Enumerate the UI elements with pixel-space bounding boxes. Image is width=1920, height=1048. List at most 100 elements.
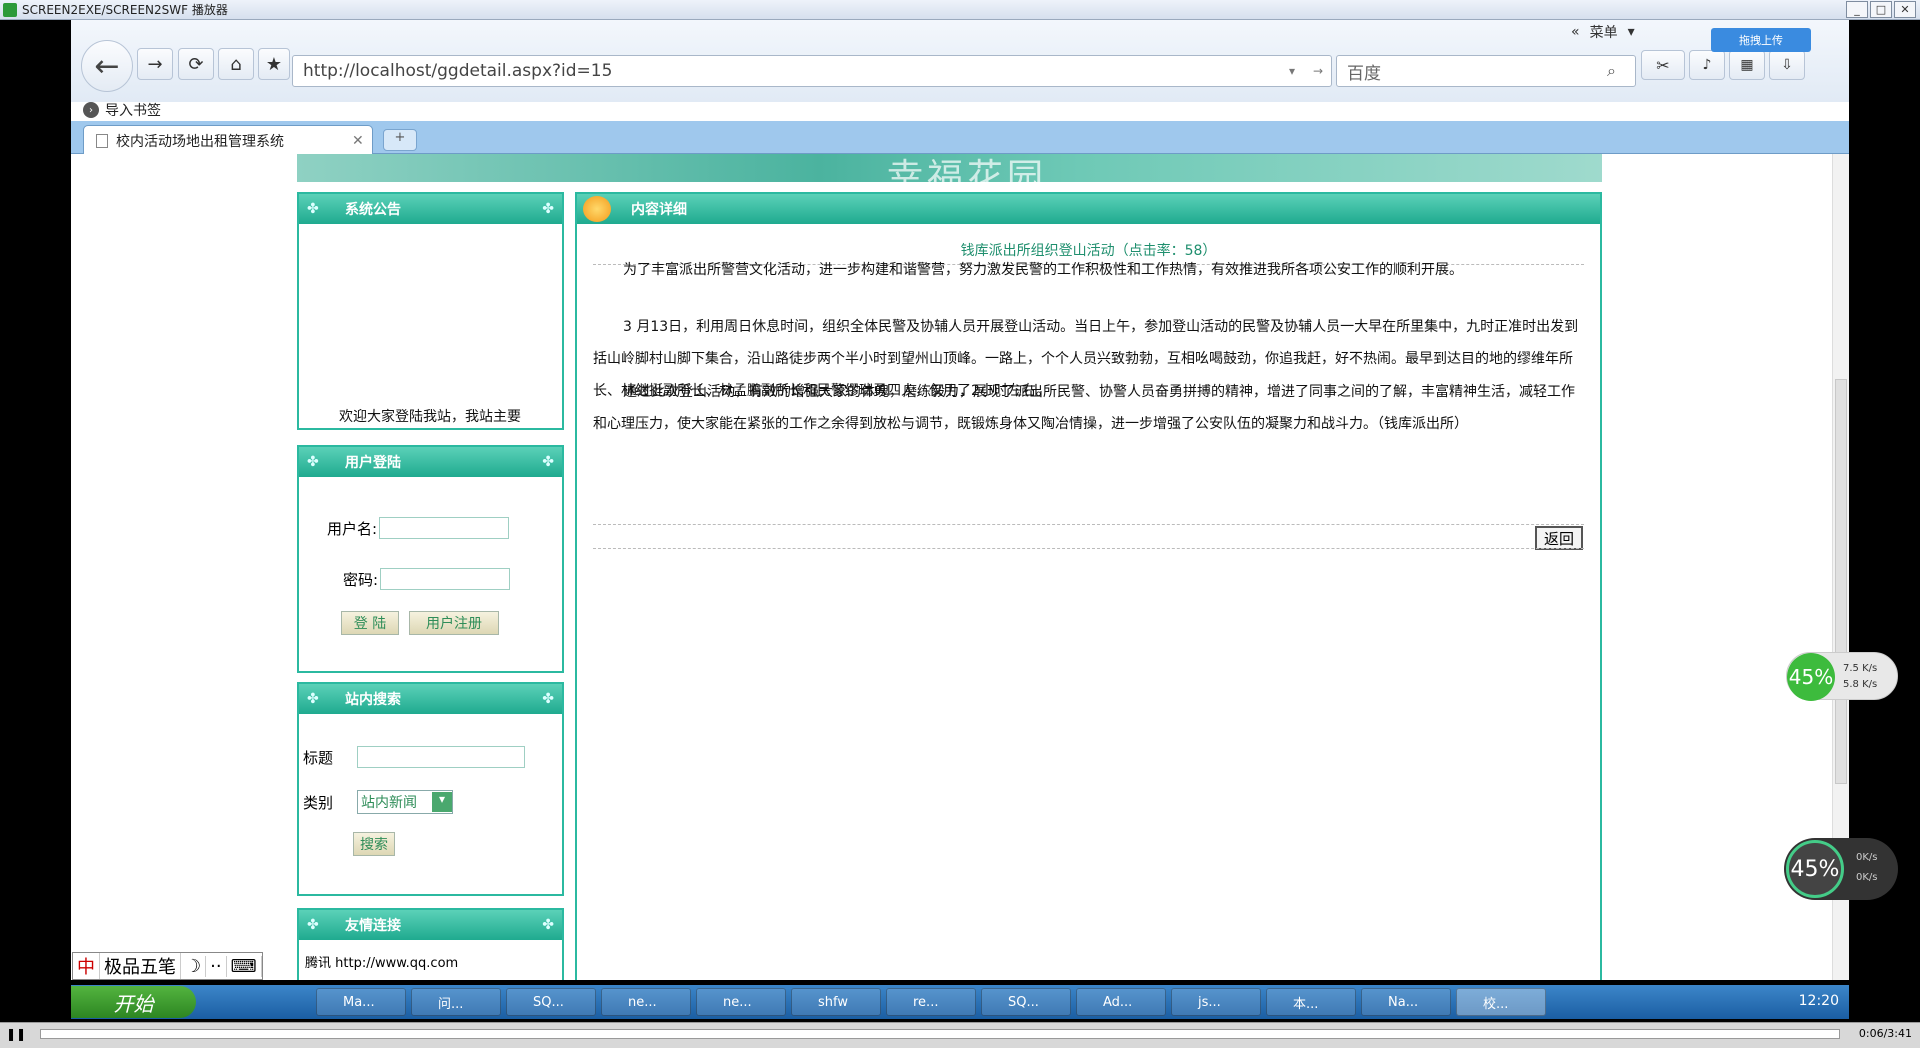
- divider: [593, 548, 1584, 549]
- taskbar-item[interactable]: 校...: [1456, 988, 1546, 1016]
- site-search-header: ✤ 站内搜索 ✤: [299, 684, 562, 714]
- login-title: 用户登陆: [345, 455, 401, 471]
- taskbar-item[interactable]: Na...: [1361, 988, 1451, 1016]
- site-search-panel: ✤ 站内搜索 ✤ 标题 类别 站内新闻 ▾ 搜索: [297, 682, 564, 896]
- search-box[interactable]: 百度 ⌕: [1336, 55, 1636, 87]
- article-paragraph: 通过此次登山活动，有效的增强大家的体魄，磨练毅力，展现了派出所民警、协警人员奋勇…: [593, 384, 1575, 432]
- maximize-button[interactable]: □: [1870, 1, 1892, 18]
- login-header: ✤ 用户登陆 ✤: [299, 447, 562, 477]
- ime-logo-icon: 中: [73, 953, 100, 979]
- outer-title-text: SCREEN2EXE/SCREEN2SWF 播放器: [22, 3, 228, 17]
- article-paragraph: 为了丰富派出所警营文化活动，进一步构建和谐警营，努力激发民警的工作积极性和工作热…: [623, 262, 1463, 278]
- start-button[interactable]: 开始: [71, 986, 196, 1018]
- search-input[interactable]: 百度: [1347, 59, 1607, 84]
- minimize-button[interactable]: _: [1846, 1, 1868, 18]
- taskbar-item[interactable]: 本...: [1266, 988, 1356, 1016]
- notice-panel: ✤ 系统公告 ✤ 欢迎大家登陆我站，我站主要: [297, 192, 564, 430]
- keyboard-icon[interactable]: ⌨: [227, 955, 262, 977]
- home-button[interactable]: ⌂: [218, 48, 254, 80]
- window-icon[interactable]: ▦: [1729, 50, 1765, 80]
- taskbar-item[interactable]: 问...: [411, 988, 501, 1016]
- address-bar[interactable]: http://localhost/ggdetail.aspx?id=15 ▾ →: [292, 55, 1332, 87]
- links-header: ✤ 友情连接 ✤: [299, 910, 562, 940]
- progress-bar[interactable]: [40, 1029, 1840, 1039]
- address-url[interactable]: http://localhost/ggdetail.aspx?id=15: [303, 61, 1279, 81]
- login-button[interactable]: 登 陆: [341, 611, 399, 635]
- outer-titlebar: SCREEN2EXE/SCREEN2SWF 播放器 _ □ ✕: [0, 0, 1920, 20]
- chevron-down-icon[interactable]: ▾: [432, 792, 453, 812]
- scissors-button[interactable]: ✂: [1641, 50, 1685, 80]
- close-button[interactable]: ✕: [1894, 1, 1916, 18]
- browser-toolbar: ← → ⟳ ⌂ ★ http://localhost/ggdetail.aspx…: [71, 20, 1849, 119]
- moon-icon[interactable]: ☽: [181, 955, 207, 977]
- favorite-star-button[interactable]: ★: [258, 48, 290, 80]
- back-button[interactable]: ←: [81, 40, 133, 92]
- ornament-icon: ✤: [307, 201, 319, 217]
- back-link-button[interactable]: 返回: [1535, 526, 1583, 550]
- download-icon[interactable]: ⇩: [1769, 50, 1805, 80]
- taskbar-item[interactable]: re...: [886, 988, 976, 1016]
- new-tab-button[interactable]: +: [383, 129, 417, 151]
- ime-toolbar[interactable]: 中 极品五笔 ☽ ·· ⌨: [72, 952, 263, 980]
- speed-widget-dark[interactable]: 45% 0K/s 0K/s: [1784, 838, 1898, 900]
- punctuation-icon[interactable]: ··: [206, 955, 227, 977]
- forward-button[interactable]: →: [137, 48, 173, 80]
- article-header: 内容详细: [577, 194, 1600, 224]
- register-button[interactable]: 用户注册: [409, 611, 499, 635]
- taskbar-item[interactable]: js...: [1171, 988, 1261, 1016]
- link-item[interactable]: 腾讯 http://www.qq.com: [305, 952, 458, 971]
- search-title-input[interactable]: [357, 746, 526, 768]
- menu-button[interactable]: 菜单: [1590, 22, 1618, 42]
- scrollbar-thumb[interactable]: [1835, 379, 1847, 784]
- password-label: 密码:: [343, 570, 379, 589]
- page-content: 幸福花园 ✤ 系统公告 ✤ 欢迎大家登陆我站，我站主要 ✤ 用户登陆 ✤ 用户名…: [71, 154, 1849, 980]
- upload-speed: 7.5 K/s: [1843, 663, 1878, 674]
- document-icon: [96, 133, 108, 148]
- player-time: 0:06/3:41: [1858, 1027, 1912, 1040]
- tab-close-icon[interactable]: ✕: [352, 133, 372, 149]
- search-title-label: 标题: [303, 748, 334, 767]
- category-select-value: 站内新闻: [361, 795, 418, 811]
- import-icon: ›: [83, 102, 99, 118]
- notice-text: 欢迎大家登陆我站，我站主要: [339, 409, 521, 425]
- search-icon[interactable]: ⌕: [1607, 61, 1635, 81]
- links-title: 友情连接: [345, 918, 401, 934]
- taskbar-item[interactable]: ne...: [601, 988, 691, 1016]
- volume-icon[interactable]: ♪: [1689, 50, 1725, 80]
- speed-widget[interactable]: 45% 7.5 K/s 5.8 K/s: [1786, 652, 1898, 701]
- article-panel-title: 内容详细: [631, 202, 687, 218]
- player-controls: ❚❚ 0:06/3:41: [0, 1022, 1920, 1048]
- menu-dropdown-icon[interactable]: ▾: [1628, 24, 1635, 40]
- taskbar-item[interactable]: ne...: [696, 988, 786, 1016]
- top-right-controls: « 菜单 ▾: [1571, 22, 1635, 42]
- import-bookmarks-link[interactable]: 导入书签: [105, 100, 161, 120]
- taskbar-item[interactable]: Ad...: [1076, 988, 1166, 1016]
- links-panel: ✤ 友情连接 ✤ 腾讯 http://www.qq.com: [297, 908, 564, 980]
- login-panel: ✤ 用户登陆 ✤ 用户名: 密码: 登 陆 用户注册: [297, 445, 564, 673]
- tab-label[interactable]: 校内活动场地出租管理系统: [116, 131, 352, 151]
- password-input[interactable]: [380, 568, 511, 590]
- ornament-icon: ✤: [542, 917, 554, 933]
- refresh-button[interactable]: ⟳: [178, 48, 214, 80]
- sun-icon: [583, 196, 611, 222]
- tab-bar: 校内活动场地出租管理系统 ✕ +: [71, 121, 1849, 155]
- ornament-icon: ✤: [542, 201, 554, 217]
- bookmark-bar: › 导入书签: [83, 100, 161, 120]
- ornament-icon: ✤: [542, 691, 554, 707]
- category-select[interactable]: 站内新闻 ▾: [357, 790, 454, 814]
- pause-icon[interactable]: ❚❚: [6, 1027, 26, 1041]
- site-banner: 幸福花园: [297, 154, 1602, 198]
- username-input[interactable]: [379, 517, 510, 539]
- collapse-icon[interactable]: «: [1571, 24, 1580, 40]
- upload-button[interactable]: 拖拽上传: [1711, 28, 1811, 52]
- window-controls: _ □ ✕: [1846, 1, 1916, 18]
- taskbar-item[interactable]: shfw: [791, 988, 881, 1016]
- address-dropdown-icon[interactable]: ▾: [1279, 64, 1305, 78]
- taskbar-item[interactable]: SQ...: [981, 988, 1071, 1016]
- ime-label: 极品五笔: [100, 953, 181, 979]
- go-arrow-icon[interactable]: →: [1305, 64, 1331, 78]
- search-button[interactable]: 搜索: [353, 832, 395, 856]
- taskbar-item[interactable]: SQ...: [506, 988, 596, 1016]
- tab-active[interactable]: 校内活动场地出租管理系统 ✕: [83, 125, 373, 155]
- taskbar-item[interactable]: Ma...: [316, 988, 406, 1016]
